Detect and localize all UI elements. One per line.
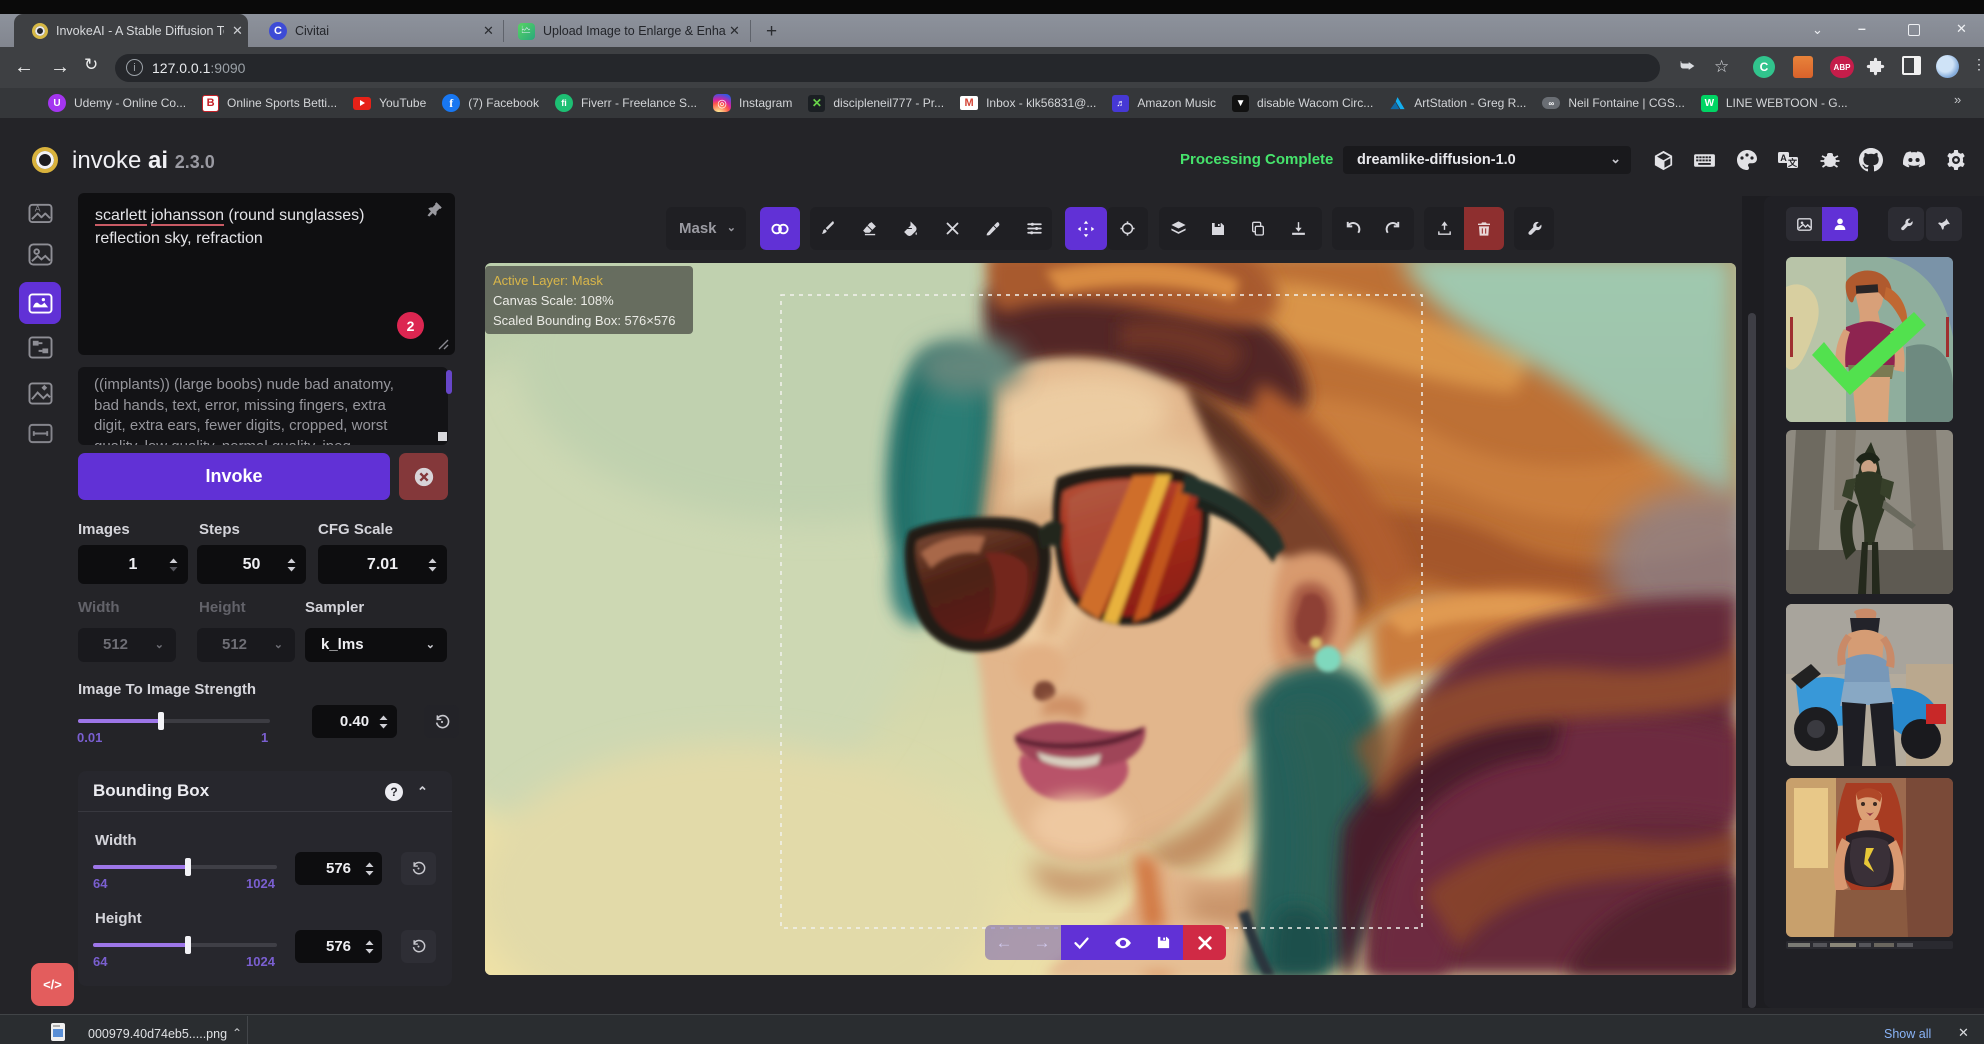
svg-text:A: A: [35, 204, 41, 214]
svg-text:A: A: [1781, 153, 1788, 163]
svg-text:文: 文: [1787, 157, 1798, 168]
